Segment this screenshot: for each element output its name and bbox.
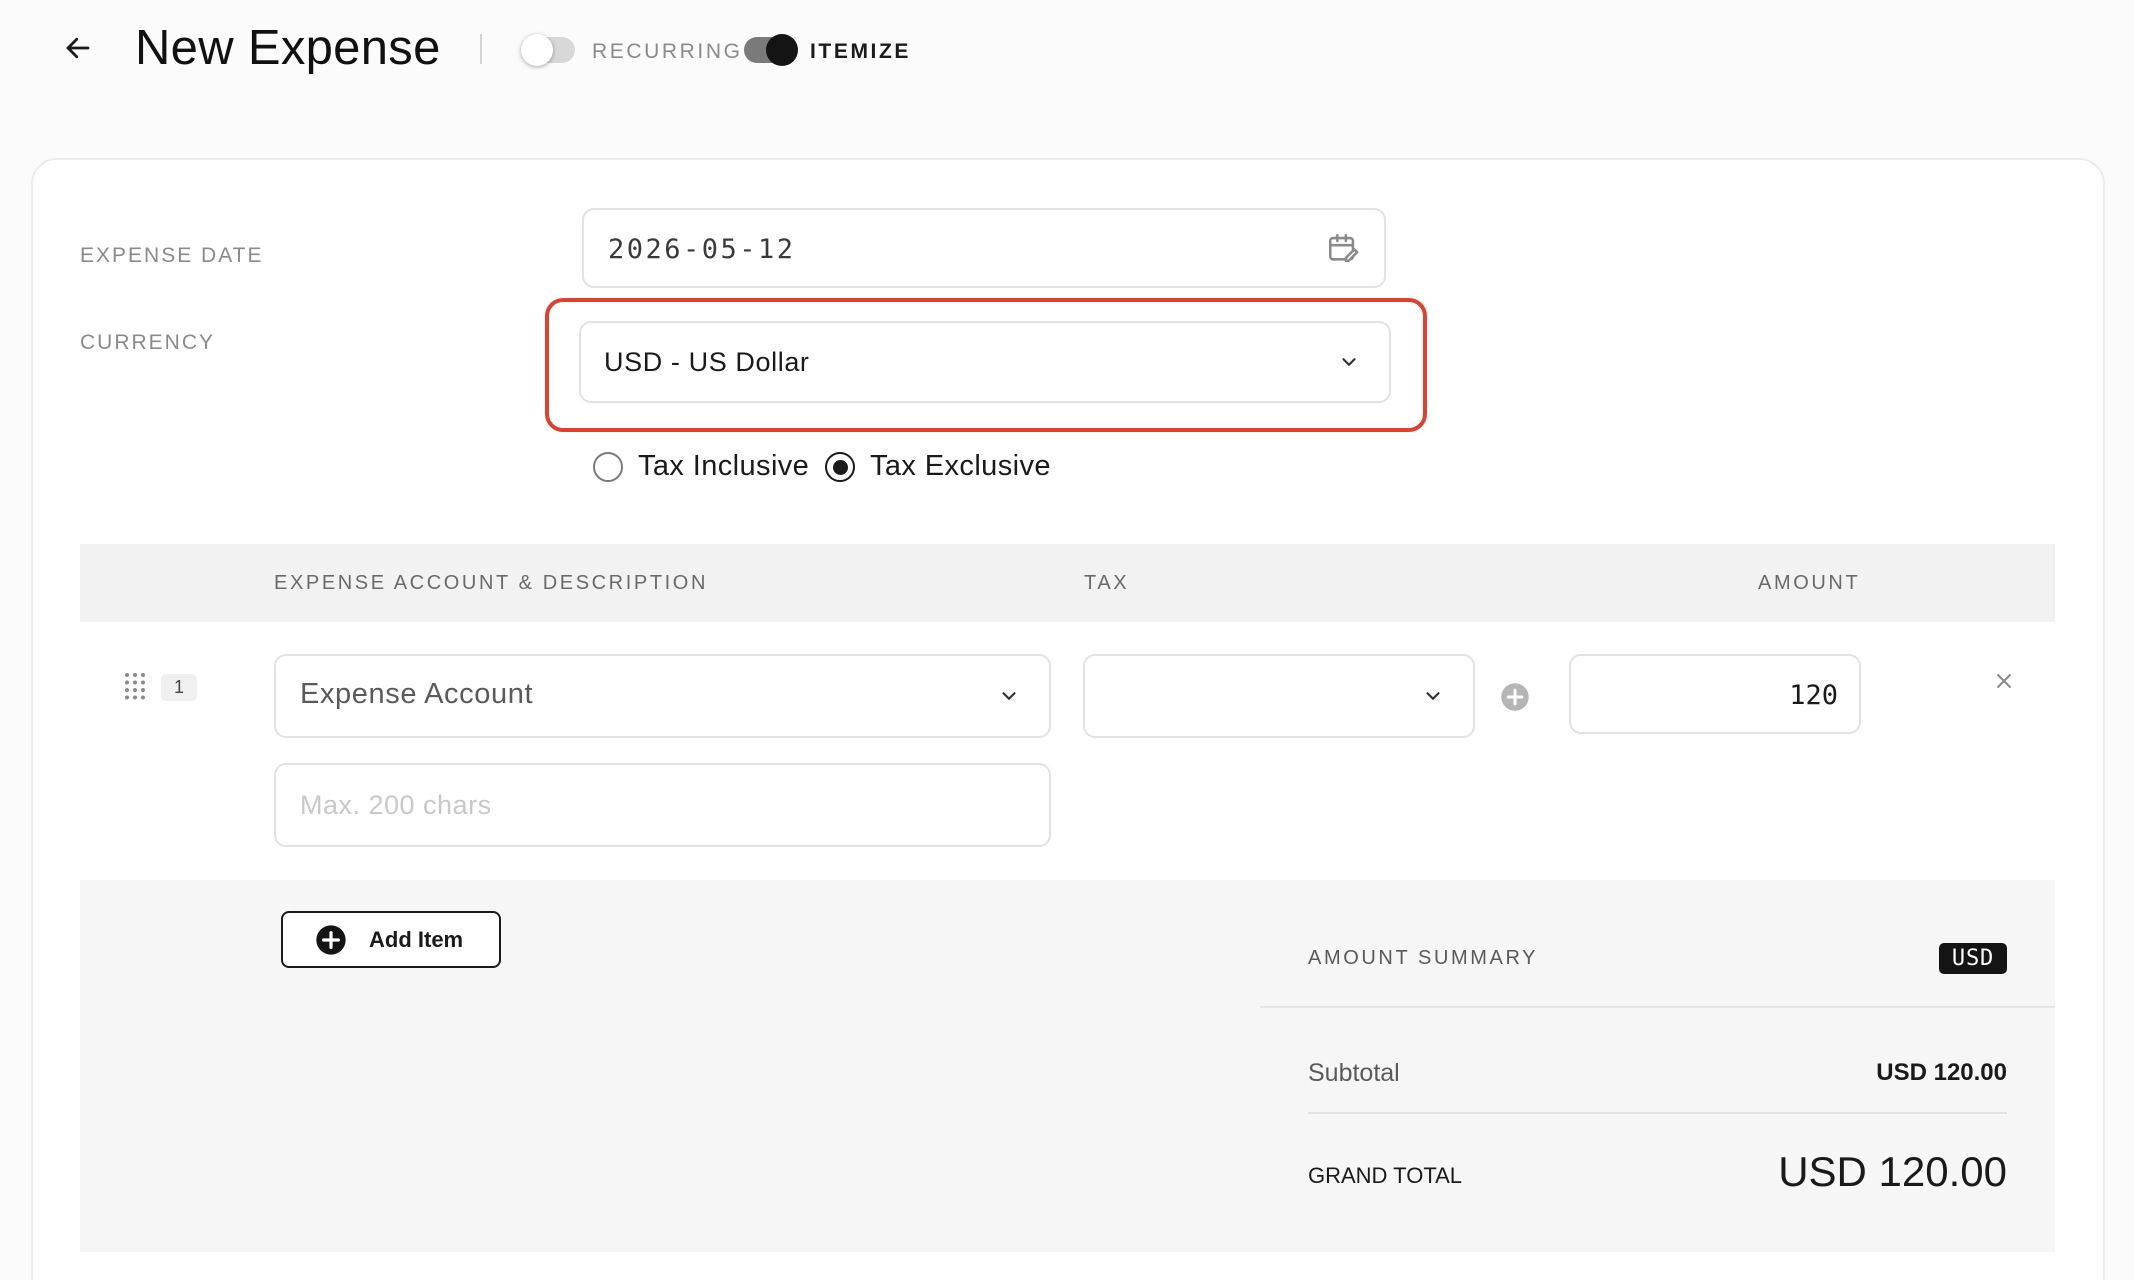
add-item-label: Add Item: [369, 926, 464, 952]
toggle-knob: [521, 34, 553, 66]
plus-circle-icon: [315, 924, 347, 956]
subtotal-value: USD 120.00: [1876, 1059, 2007, 1086]
row-number-badge: 1: [161, 674, 197, 701]
plus-circle-icon[interactable]: [1500, 682, 1530, 712]
header-divider: [480, 34, 482, 64]
radio-selected-dot: [832, 459, 848, 475]
tax-exclusive-label[interactable]: Tax Exclusive: [870, 450, 1051, 483]
grand-total-label: GRAND TOTAL: [1308, 1163, 1463, 1188]
itemize-toggle[interactable]: [744, 34, 798, 66]
column-header-account: EXPENSE ACCOUNT & DESCRIPTION: [274, 572, 708, 594]
chevron-down-icon: [1338, 351, 1360, 373]
description-input[interactable]: [276, 765, 1049, 845]
currency-label: CURRENCY: [80, 331, 216, 354]
drag-handle-icon[interactable]: [123, 671, 147, 701]
expense-date-label: EXPENSE DATE: [80, 244, 264, 267]
recurring-toggle[interactable]: [521, 34, 575, 66]
chevron-down-icon: [998, 685, 1020, 707]
expense-account-placeholder: Expense Account: [300, 678, 534, 710]
back-button[interactable]: [58, 28, 98, 68]
calendar-edit-icon[interactable]: [1326, 231, 1360, 265]
itemize-label: ITEMIZE: [810, 40, 912, 63]
tax-select[interactable]: [1083, 654, 1475, 738]
close-icon[interactable]: [1992, 669, 2016, 693]
expense-date-value: 2026-05-12: [608, 234, 796, 265]
toggle-knob: [766, 34, 798, 66]
recurring-label: RECURRING: [592, 40, 743, 63]
back-arrow-icon: [66, 37, 90, 59]
grand-total-value: USD 120.00: [1778, 1148, 2007, 1195]
page-title: New Expense: [135, 21, 441, 75]
add-item-button[interactable]: Add Item: [281, 911, 501, 968]
tax-exclusive-radio[interactable]: [825, 452, 855, 482]
tax-inclusive-label[interactable]: Tax Inclusive: [638, 450, 809, 483]
column-header-tax: TAX: [1084, 572, 1130, 594]
tax-inclusive-radio[interactable]: [593, 452, 623, 482]
subtotal-label: Subtotal: [1308, 1059, 1400, 1087]
currency-badge: USD: [1939, 943, 2007, 974]
summary-divider: [1308, 1112, 2007, 1114]
amount-value: 120: [1789, 680, 1838, 711]
summary-divider: [1260, 1006, 2055, 1008]
currency-value: USD - US Dollar: [604, 347, 810, 377]
chevron-down-icon: [1422, 685, 1444, 707]
amount-summary-title: AMOUNT SUMMARY: [1308, 947, 1539, 969]
column-header-amount: AMOUNT: [1758, 572, 1861, 594]
